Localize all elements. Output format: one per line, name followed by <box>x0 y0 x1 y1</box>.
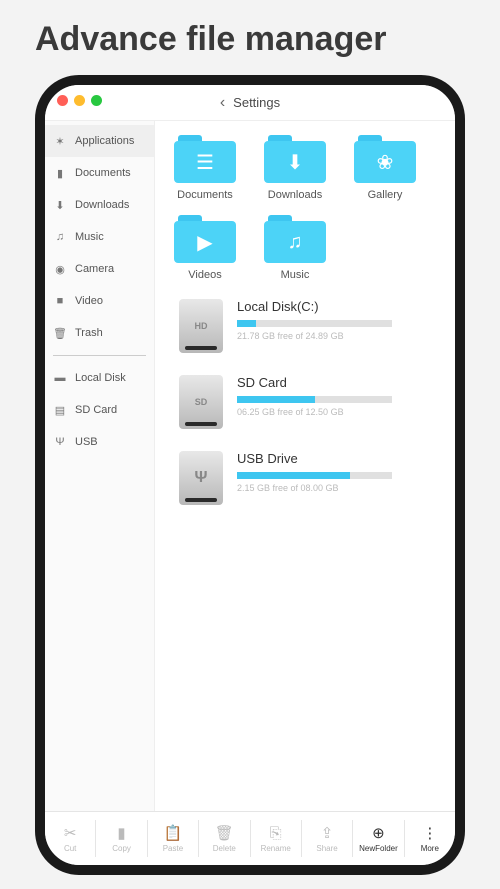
folder-label: Music <box>281 269 310 281</box>
copy-button[interactable]: ▮ Copy <box>96 812 146 865</box>
sidebar-item-applications[interactable]: ✶ Applications <box>45 125 154 157</box>
paste-icon: 📋 <box>164 824 183 842</box>
sidebar-item-label: Downloads <box>75 199 129 211</box>
folder-icon: ☰ <box>174 135 236 183</box>
sd-drive-icon: SD <box>179 375 223 429</box>
new-folder-button[interactable]: ⊕ NewFolder <box>353 812 403 865</box>
cut-button[interactable]: ✂ Cut <box>45 812 95 865</box>
folder-icon: ▶ <box>174 215 236 263</box>
sidebar-item-usb[interactable]: Ψ USB <box>45 426 154 458</box>
sidebar-item-label: Camera <box>75 263 114 275</box>
music-icon: ♫ <box>53 230 67 244</box>
hd-drive-icon: HD <box>179 299 223 353</box>
sidebar-divider <box>53 355 146 356</box>
drive-free-text: 2.15 GB free of 08.00 GB <box>237 483 445 493</box>
drive-name: Local Disk(C:) <box>237 299 445 314</box>
sidebar-item-label: SD Card <box>75 404 117 416</box>
folder-gallery[interactable]: ❀ Gallery <box>345 135 425 201</box>
folder-downloads[interactable]: ⬇ Downloads <box>255 135 335 201</box>
apps-icon: ✶ <box>53 134 67 148</box>
phone-frame: ‹ Settings ✶ Applications ▮ Documents ⬇ … <box>35 75 465 875</box>
bb-label: Rename <box>261 844 291 853</box>
folder-label: Gallery <box>368 189 403 201</box>
sidebar-item-label: Local Disk <box>75 372 126 384</box>
delete-icon: 🗑 <box>215 824 234 842</box>
doc-icon: ▮ <box>53 166 67 180</box>
disk-icon: ▬ <box>53 371 67 385</box>
bb-label: Copy <box>112 844 131 853</box>
sidebar-item-sd-card[interactable]: ▤ SD Card <box>45 394 154 426</box>
drive-local-disk[interactable]: HD Local Disk(C:) 21.78 GB free of 24.89… <box>179 299 445 353</box>
usb-icon: Ψ <box>53 435 67 449</box>
rename-button[interactable]: ⎘ Rename <box>251 812 301 865</box>
folder-videos[interactable]: ▶ Videos <box>165 215 245 281</box>
bb-label: Paste <box>163 844 183 853</box>
folder-grid: ☰ Documents ⬇ Downloads ❀ Gallery ▶ Vide… <box>165 135 445 281</box>
paste-button[interactable]: 📋 Paste <box>148 812 198 865</box>
sidebar-item-documents[interactable]: ▮ Documents <box>45 157 154 189</box>
folder-icon: ⬇ <box>264 135 326 183</box>
bottom-toolbar: ✂ Cut ▮ Copy 📋 Paste 🗑 Delete ⎘ Rename ⇪… <box>45 811 455 865</box>
drive-usage-bar <box>237 396 392 403</box>
drive-usb[interactable]: Ψ USB Drive 2.15 GB free of 08.00 GB <box>179 451 445 505</box>
bb-label: Cut <box>64 844 76 853</box>
folder-icon: ♫ <box>264 215 326 263</box>
cut-icon: ✂ <box>64 824 77 842</box>
delete-button[interactable]: 🗑 Delete <box>199 812 249 865</box>
camera-icon: ◉ <box>53 262 67 276</box>
folder-icon: ❀ <box>354 135 416 183</box>
usb-drive-icon: Ψ <box>179 451 223 505</box>
sidebar-item-trash[interactable]: 🗑 Trash <box>45 317 154 349</box>
drive-name: USB Drive <box>237 451 445 466</box>
bb-label: Share <box>316 844 337 853</box>
download-icon: ⬇ <box>53 198 67 212</box>
folder-label: Downloads <box>268 189 322 201</box>
copy-icon: ▮ <box>117 824 125 842</box>
sidebar: ✶ Applications ▮ Documents ⬇ Downloads ♫… <box>45 121 155 811</box>
sidebar-item-label: USB <box>75 436 98 448</box>
drive-free-text: 06.25 GB free of 12.50 GB <box>237 407 445 417</box>
sidebar-item-music[interactable]: ♫ Music <box>45 221 154 253</box>
close-icon[interactable] <box>57 95 68 106</box>
minimize-icon[interactable] <box>74 95 85 106</box>
drive-free-text: 21.78 GB free of 24.89 GB <box>237 331 445 341</box>
sidebar-item-video[interactable]: ■ Video <box>45 285 154 317</box>
bb-label: Delete <box>213 844 236 853</box>
drive-list: HD Local Disk(C:) 21.78 GB free of 24.89… <box>165 299 445 505</box>
video-icon: ■ <box>53 294 67 308</box>
share-button[interactable]: ⇪ Share <box>302 812 352 865</box>
share-icon: ⇪ <box>321 824 334 842</box>
folder-music[interactable]: ♫ Music <box>255 215 335 281</box>
trash-icon: 🗑 <box>53 326 67 340</box>
drive-name: SD Card <box>237 375 445 390</box>
sidebar-item-camera[interactable]: ◉ Camera <box>45 253 154 285</box>
header-title: Settings <box>233 95 280 110</box>
folder-label: Videos <box>188 269 221 281</box>
folder-label: Documents <box>177 189 233 201</box>
maximize-icon[interactable] <box>91 95 102 106</box>
window-controls <box>45 85 102 106</box>
back-icon[interactable]: ‹ <box>220 94 225 112</box>
sidebar-item-label: Applications <box>75 135 134 147</box>
rename-icon: ⎘ <box>270 825 282 842</box>
drive-sd-card[interactable]: SD SD Card 06.25 GB free of 12.50 GB <box>179 375 445 429</box>
sidebar-item-downloads[interactable]: ⬇ Downloads <box>45 189 154 221</box>
page-title: Advance file manager <box>0 0 500 75</box>
drive-usage-bar <box>237 472 392 479</box>
bb-label: NewFolder <box>359 844 398 853</box>
bb-label: More <box>421 844 439 853</box>
header: ‹ Settings <box>45 85 455 121</box>
sidebar-item-label: Video <box>75 295 103 307</box>
sidebar-item-label: Documents <box>75 167 131 179</box>
more-icon: ⋮ <box>422 824 437 842</box>
sidebar-item-local-disk[interactable]: ▬ Local Disk <box>45 362 154 394</box>
sd-icon: ▤ <box>53 403 67 417</box>
sidebar-item-label: Music <box>75 231 104 243</box>
drive-usage-bar <box>237 320 392 327</box>
more-button[interactable]: ⋮ More <box>405 812 455 865</box>
plus-icon: ⊕ <box>372 824 385 842</box>
sidebar-item-label: Trash <box>75 327 103 339</box>
folder-documents[interactable]: ☰ Documents <box>165 135 245 201</box>
main-panel: ☰ Documents ⬇ Downloads ❀ Gallery ▶ Vide… <box>155 121 455 811</box>
